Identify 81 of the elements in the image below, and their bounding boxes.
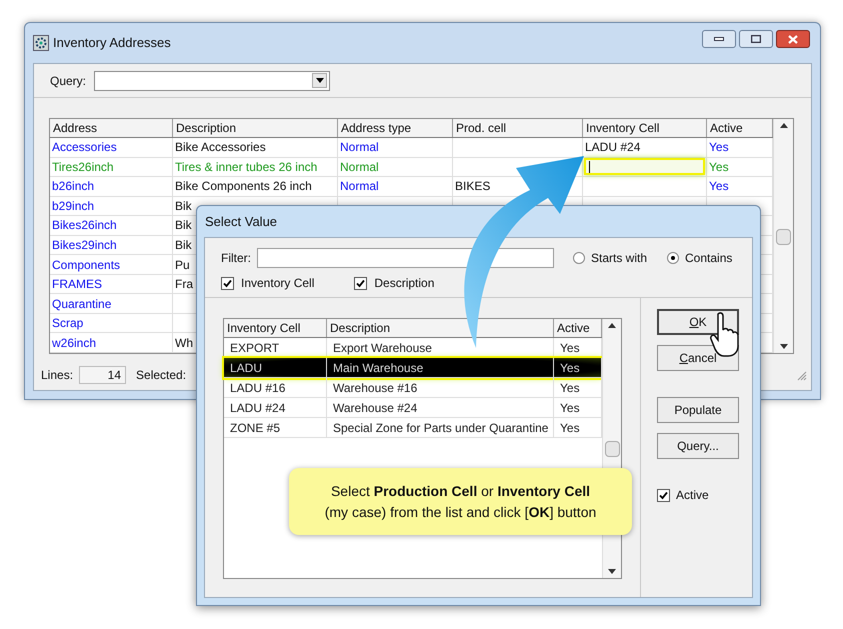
table-cell: Normal (338, 158, 453, 178)
minimize-button[interactable] (702, 30, 736, 48)
dialog-button[interactable]: Query... (657, 433, 739, 459)
cell-editor-field[interactable] (584, 158, 705, 176)
radio-label[interactable]: Contains (685, 249, 732, 267)
table-cell: Bikes26inch (50, 216, 173, 236)
callout-text: Select Production Cell or Inventory Cell (330, 482, 590, 501)
callout-text: (my case) from the list and click [OK] button (324, 502, 596, 522)
checkbox[interactable] (354, 276, 368, 290)
table-cell-text: Yes (560, 360, 580, 376)
table-cell-text: Yes (560, 340, 580, 356)
scroll-down-icon[interactable] (608, 569, 616, 574)
minimize-icon (714, 37, 724, 41)
radio-button[interactable] (667, 252, 680, 264)
column-header[interactable]: Prod. cell (453, 119, 583, 137)
scroll-down-icon[interactable] (780, 344, 788, 349)
list-row[interactable]: LADU #16 Warehouse #16 Yes (224, 378, 602, 398)
table-cell-text: LADU (230, 360, 262, 376)
radio-button[interactable] (573, 252, 585, 264)
table-cell-text: LADU #16 (230, 380, 286, 396)
column-header[interactable]: Description (173, 119, 338, 137)
column-header[interactable]: Address (50, 119, 173, 137)
checkbox-label[interactable]: Description (374, 274, 434, 292)
column-header[interactable]: Address type (338, 119, 453, 137)
table-cell: Bikes29inch (50, 236, 173, 256)
table-cell-text: EXPORT (230, 340, 280, 356)
query-dropdown[interactable] (94, 70, 330, 90)
dialog-button[interactable]: Populate (657, 397, 739, 423)
scrollbar[interactable] (773, 119, 793, 353)
table-cell-text: ZONE #5 (230, 420, 280, 436)
maximize-button[interactable] (739, 30, 773, 48)
dialog-button[interactable]: OK (657, 309, 739, 335)
list-row[interactable]: LADU #24 Warehouse #24 Yes (224, 398, 602, 418)
scroll-up-icon[interactable] (608, 323, 616, 328)
close-icon (788, 34, 798, 44)
close-button[interactable] (776, 30, 810, 48)
table-cell: Bike Accessories (173, 138, 338, 158)
table-cell-text: Warehouse #16 (333, 380, 418, 396)
table-cell: Tires26inch (50, 158, 173, 178)
scroll-thumb[interactable] (776, 229, 791, 245)
maximize-icon (751, 35, 761, 43)
scroll-thumb[interactable] (605, 441, 620, 457)
column-header[interactable]: Inventory Cell (583, 119, 707, 137)
column-header[interactable]: Inventory Cell (224, 319, 327, 337)
table-cell: b29inch (50, 196, 173, 216)
checkbox-label[interactable]: Active (676, 486, 709, 504)
list-row[interactable]: ZONE #5 Special Zone for Parts under Quarantine Yes (224, 418, 602, 438)
checkbox-label[interactable]: Inventory Cell (241, 274, 314, 292)
table-cell: Bike Components 26 inch (173, 177, 338, 197)
table-cell: w26inch (50, 333, 173, 354)
lines-label: Lines: (41, 367, 74, 384)
table-cell: Normal (338, 177, 453, 197)
table-cell: FRAMES (50, 274, 173, 294)
window-title: Inventory Addresses (53, 34, 171, 52)
table-cell: Scrap (50, 314, 173, 334)
table-cell-text: Yes (560, 380, 580, 396)
table-cell-text: Special Zone for Parts under Quarantine (333, 420, 548, 436)
gear-icon (33, 35, 49, 51)
table-cell-text: Yes (560, 420, 580, 436)
table-cell-text: Warehouse #24 (333, 400, 418, 416)
table-cell-text: LADU #24 (230, 400, 286, 416)
table-cell-text: Yes (560, 400, 580, 416)
radio-label[interactable]: Starts with (591, 249, 648, 267)
table-cell: Accessories (50, 138, 173, 158)
selected-label: Selected: (136, 367, 186, 384)
checkbox[interactable] (657, 488, 670, 502)
table-cell: Components (50, 255, 173, 275)
query-label: Query: (50, 72, 86, 90)
table-cell: b26inch (50, 177, 173, 197)
dropdown-caret-icon (316, 78, 324, 83)
resize-grip-icon[interactable] (796, 370, 807, 380)
list-row[interactable]: LADU Main Warehouse Yes (224, 358, 602, 378)
table-cell-text: Main Warehouse (333, 360, 424, 376)
table-cell: Normal (338, 138, 453, 158)
checkbox[interactable] (221, 276, 234, 290)
table-cell: Tires & inner tubes 26 inch (173, 158, 338, 178)
lines-count: 14 (79, 366, 126, 384)
scroll-up-icon[interactable] (780, 123, 788, 128)
filter-field[interactable] (257, 248, 554, 268)
table-cell: Quarantine (50, 294, 173, 314)
text-cursor-icon (589, 160, 590, 173)
